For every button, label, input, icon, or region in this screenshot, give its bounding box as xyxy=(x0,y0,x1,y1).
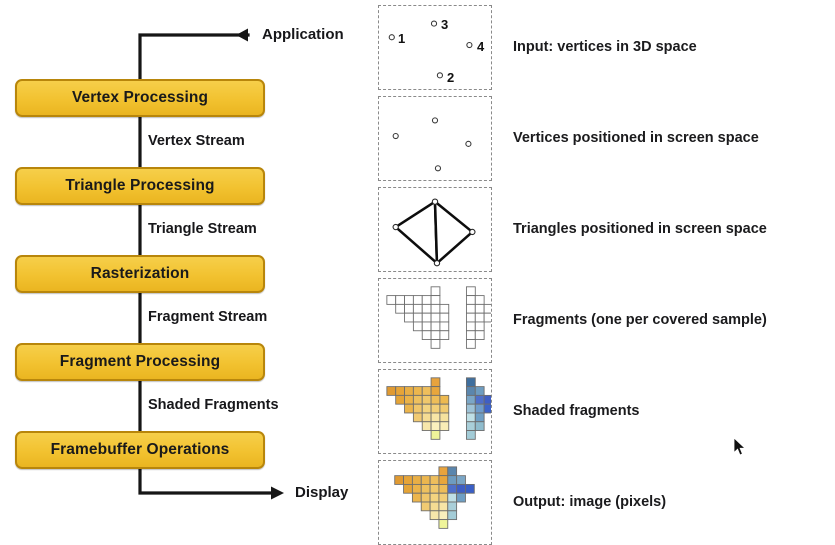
illustration-panel-output-image xyxy=(378,460,492,545)
illustration-caption-screen-triangles: Triangles positioned in screen space xyxy=(513,220,767,237)
pipeline-diagram: Vertex Processing Triangle Processing Rast… xyxy=(0,0,835,545)
vertex-number-label: 1 xyxy=(398,31,406,46)
vertex-number-label: 3 xyxy=(441,17,449,32)
illustration-caption-screen-vertices: Vertices positioned in screen space xyxy=(513,129,759,146)
illustration-panel-fragments xyxy=(378,278,492,363)
pipeline-stage-box[interactable]: Rasterization xyxy=(15,255,265,293)
pipeline-stage-box[interactable]: Triangle Processing xyxy=(15,167,265,205)
pipeline-stage-box[interactable]: Framebuffer Operations xyxy=(15,431,265,469)
illustration-panel-input-vertices: 1 3 4 2 xyxy=(378,5,492,90)
pipeline-entry-label: Application xyxy=(262,26,344,43)
illustration-caption-output-image: Output: image (pixels) xyxy=(513,493,667,510)
vertex-number-label: 4 xyxy=(477,39,485,54)
pipeline-stage-box[interactable]: Vertex Processing xyxy=(15,79,265,117)
illustration-panel-shaded-fragments xyxy=(378,369,492,454)
pipeline-edge-label: Shaded Fragments xyxy=(148,397,279,413)
illustration-panel-screen-triangles xyxy=(378,187,492,272)
pipeline-edge-label: Triangle Stream xyxy=(148,221,257,237)
illustration-caption-shaded-fragments: Shaded fragments xyxy=(513,402,640,419)
pipeline-stage-box[interactable]: Fragment Processing xyxy=(15,343,265,381)
illustration-caption-fragments: Fragments (one per covered sample) xyxy=(513,311,767,328)
pipeline-edge-label: Fragment Stream xyxy=(148,309,268,325)
pipeline-edge-label: Vertex Stream xyxy=(148,133,245,149)
pipeline-exit-label: Display xyxy=(295,484,349,501)
illustration-caption-input-vertices: Input: vertices in 3D space xyxy=(513,38,697,55)
vertex-number-label: 2 xyxy=(447,70,455,85)
illustration-panel-screen-vertices xyxy=(378,96,492,181)
